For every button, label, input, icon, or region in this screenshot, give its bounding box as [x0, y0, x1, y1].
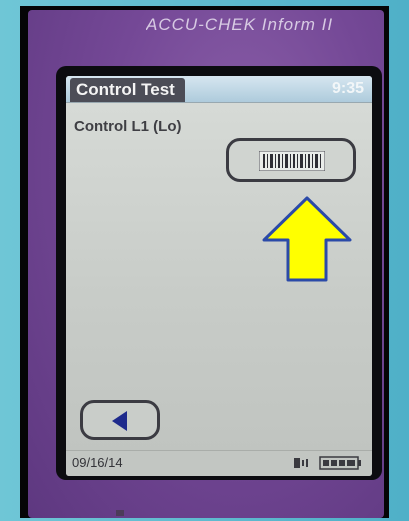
- back-button[interactable]: [80, 400, 160, 440]
- device-brand: ACCU-CHEK Inform II: [146, 18, 334, 32]
- left-triangle-icon: [112, 411, 127, 431]
- battery-icon: [319, 456, 361, 470]
- clock: 9:35: [331, 80, 364, 97]
- up-arrow-icon: [262, 196, 352, 282]
- status-icons: [294, 456, 361, 470]
- device-mark: [116, 510, 124, 516]
- control-level-label: Control L1 (Lo): [74, 118, 182, 135]
- page-title: Control Test: [70, 78, 185, 102]
- status-bar: 09/16/14: [66, 450, 372, 476]
- title-bar: Control Test 9:35: [66, 76, 372, 103]
- date: 09/16/14: [72, 455, 123, 470]
- scan-barcode-button[interactable]: [226, 138, 356, 182]
- connectivity-icon: [294, 458, 308, 468]
- barcode-icon: [259, 151, 325, 171]
